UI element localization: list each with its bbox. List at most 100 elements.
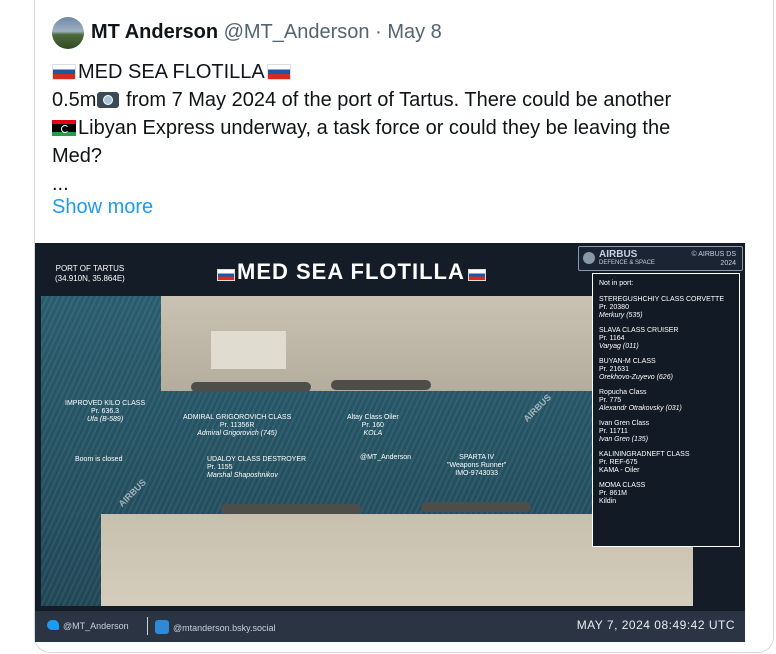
tweet-body-text: from 7 May 2024 of the port of Tartus. T… [120,89,672,111]
ship-shape [331,380,431,390]
annotation-class: IMPROVED KILO CLASS [65,400,146,407]
footer-divider [147,617,148,635]
avatar[interactable] [52,17,84,49]
tweet-body-text-2: Libyan Express underway, a task force or… [78,117,671,139]
legend-class: Ivan Gren Class [599,420,650,427]
legend-ship-name: Ivan Gren (135) [599,436,649,443]
tweet-line-3: Libyan Express underway, a task force or… [52,114,742,142]
legend-class: MOMA CLASS [599,482,646,489]
port-label: PORT OF TARTUS (34.910N, 35.864E) [55,264,125,284]
legend-entry: SLAVA CLASS CRUISER Pr. 1164 Varyag (011… [599,327,733,351]
legend-ship-name: Varyag (011) [599,343,639,350]
tweet-media-image[interactable]: PORT OF TARTUS (34.910N, 35.864E) MED SE… [35,243,745,642]
legend-ship-name: Orekhovo-Zuyevo (626) [599,374,673,381]
bluesky-icon [155,620,169,634]
not-in-port-legend: Not in port: STEREGUSHCHIY CLASS CORVETT… [592,273,740,547]
annotation-sparta: SPARTA IV "Weapons Runner" IMO-9743033 [447,454,506,478]
legend-ship-name: KAMA - Oiler [599,467,640,474]
russia-flag-icon [217,269,235,281]
media-title-text: MED SEA FLOTILLA [237,259,465,284]
annotation-class: Altay Class Oiler [347,414,399,421]
airbus-name: AIRBUS [599,249,638,260]
libya-flag-icon [52,120,76,136]
legend-project: Pr. REF-675 [599,459,638,466]
annotation-altay: Altay Class Oiler Pr. 160 KOLA [347,414,399,438]
annotation-ship-name: KOLA [363,430,383,437]
legend-class: SLAVA CLASS CRUISER [599,327,679,334]
legend-entry: KALININGRADNEFT CLASS Pr. REF-675 KAMA -… [599,451,733,475]
russia-flag-icon [266,64,291,80]
legend-class: BUYAN-M CLASS [599,358,656,365]
media-footer: @MT_Anderson @mtanderson.bsky.social MAY… [35,611,745,642]
annotation-ship-name: Admiral Grigorovich (745) [197,430,277,437]
annotation-project: "Weapons Runner" [447,462,507,469]
legend-project: Pr. 11711 [599,428,628,435]
annotation-project: Pr. 160 [361,422,384,429]
annotation-project: Pr. 11356R [219,422,255,429]
user-handle[interactable]: @MT_Anderson [224,21,370,43]
resolution-text: 0.5m [52,89,97,111]
ship-shape [421,502,531,512]
separator-dot: · [375,21,382,43]
tweet-line-5: ... [52,173,69,195]
ship-shape [221,504,361,514]
footer-bluesky-handle: @mtanderson.bsky.social [155,620,276,634]
legend-project: Pr. 20380 [599,304,629,311]
twitter-bird-icon [47,620,59,630]
legend-class: STEREGUSHCHIY CLASS CORVETTE [599,296,724,303]
legend-entry: MOMA CLASS Pr. 861M Kildin [599,482,733,506]
capture-timestamp: MAY 7, 2024 08:49:42 UTC [576,618,735,632]
tweet-header: MT Anderson @MT_Anderson · May 8 [91,21,442,44]
show-more-link[interactable]: Show more [52,196,153,219]
airbus-logo-icon [583,252,595,264]
annotation-ship-name: Marshal Shaposhnikov [207,472,278,479]
legend-ship-name: Merkury (535) [599,312,643,319]
tweet-line-4: Med? [52,145,103,167]
airbus-copyright-line2: 2024 [720,260,736,267]
annotation-project: Pr. 636.3 [91,408,120,415]
annotation-ship-name: IMO-9743033 [455,470,499,477]
annotation-grigorovich: ADMIRAL GRIGOROVICH CLASS Pr. 11356R Adm… [183,414,291,438]
airbus-copyright: © AIRBUS DS 2024 [692,250,736,268]
tweet-date[interactable]: May 8 [387,21,441,43]
legend-heading: Not in port: [599,280,634,287]
tweet-title-text: MED SEA FLOTILLA [78,61,265,83]
ship-shape [191,382,311,392]
footer-handle-text: @MT_Anderson [63,621,129,631]
legend-class: Ropucha Class [599,389,647,396]
tweet-line-1: MED SEA FLOTILLA [52,58,742,86]
airbus-logo-box: AIRBUS DEFENCE & SPACE © AIRBUS DS 2024 [578,246,743,271]
legend-entry: Ropucha Class Pr. 775 Alexandr Otrakovsk… [599,389,733,413]
annotation-kilo: IMPROVED KILO CLASS Pr. 636.3 Ufa (B-589… [65,400,145,424]
media-title: MED SEA FLOTILLA [217,259,488,285]
port-name: PORT OF TARTUS [55,264,125,273]
legend-project: Pr. 861M [599,490,628,497]
russia-flag-icon [52,64,76,80]
annotation-udaloy: UDALOY CLASS DESTROYER Pr. 1155 Marshal … [207,456,306,480]
airbus-sub: DEFENCE & SPACE [599,260,655,266]
camera-icon [97,92,120,108]
legend-entry: Ivan Gren Class Pr. 11711 Ivan Gren (135… [599,420,733,444]
airbus-copyright-line1: © AIRBUS DS [691,251,736,258]
legend-project: Pr. 21631 [599,366,629,373]
legend-project: Pr. 1164 [599,335,625,342]
annotation-class: ADMIRAL GRIGOROVICH CLASS [183,414,292,421]
legend-ship-name: Kildin [599,498,617,505]
legend-entry: STEREGUSHCHIY CLASS CORVETTE Pr. 20380 M… [599,296,733,320]
russia-flag-icon [467,269,486,281]
legend-ship-name: Alexandr Otrakovsky (031) [599,405,682,412]
display-name[interactable]: MT Anderson [91,21,218,43]
port-coords: (34.910N, 35.864E) [55,274,125,283]
annotation-class: UDALOY CLASS DESTROYER [207,456,307,463]
annotation-project: Pr. 1155 [207,464,233,471]
annotation-boom: Boom is closed [75,456,123,463]
footer-bsky-text: @mtanderson.bsky.social [173,623,276,633]
annotation-class: SPARTA IV [459,454,495,461]
footer-twitter-handle: @MT_Anderson [47,620,129,631]
annotation-ship-name: Ufa (B-589) [86,416,124,423]
tweet-line-2: 0.5m from 7 May 2024 of the port of Tart… [52,86,742,114]
legend-entry: BUYAN-M CLASS Pr. 21631 Orekhovo-Zuyevo … [599,358,733,382]
legend-class: KALININGRADNEFT CLASS [599,451,690,458]
tweet-text: MED SEA FLOTILLA 0.5m from 7 May 2024 of… [52,58,742,198]
legend-project: Pr. 775 [599,397,622,404]
